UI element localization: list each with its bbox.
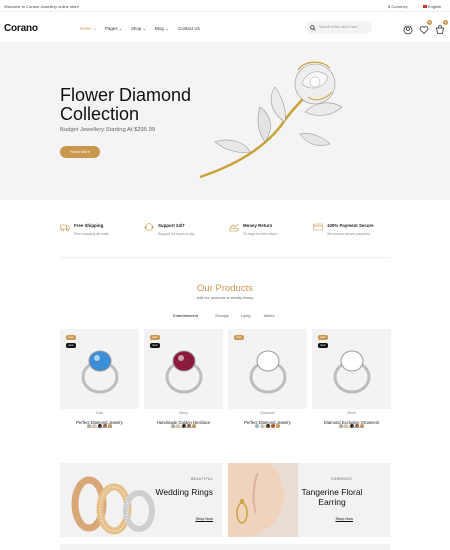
current-price: $99.00 (261, 425, 274, 429)
tab-entertainment[interactable]: Entertainment (173, 313, 198, 318)
logo[interactable]: Corano (4, 23, 38, 34)
product-price: $60.00 $70.00 (60, 425, 139, 429)
ring-image (249, 350, 287, 394)
banner-title: Tangerine Floral Earring (301, 487, 363, 507)
banner-kicker: BEAUTIFUL (191, 477, 213, 481)
feature-desc: Free shipping all order (74, 232, 109, 236)
feature-title: Support 24/7 (158, 223, 185, 228)
search-icon (310, 24, 316, 31)
product-info: Gold Perfect Diamond Jewelry $60.00 $70.00 (60, 411, 139, 429)
card-icon (313, 223, 323, 231)
current-price: $60.00 (86, 425, 99, 429)
nav-blog[interactable]: Blog ⌄ (155, 26, 169, 32)
feature-title: Free Shipping (74, 223, 104, 228)
wedding-rings-image (71, 476, 155, 535)
tab-tables[interactable]: Tables (263, 313, 275, 318)
money-icon (229, 223, 239, 232)
feature-desc: We ensure secure payment (327, 232, 370, 236)
heart-icon (419, 26, 429, 35)
search-placeholder: Search entire store here (319, 25, 358, 29)
cart-count-badge: 3 (443, 20, 448, 25)
support-icon (144, 223, 154, 231)
feature-desc: Support 24 hours a day (158, 232, 195, 236)
ring-image (81, 350, 119, 394)
flower-diamond-brooch-image (199, 61, 343, 179)
divider (60, 257, 390, 258)
tab-storage[interactable]: Storage (215, 313, 229, 318)
nav-home[interactable]: Home ⌄ (80, 26, 97, 32)
old-price: $70.00 (100, 425, 113, 429)
hero-slider: Flower Diamond Collection Budget Jewelle… (0, 42, 450, 200)
user-icon (403, 25, 413, 35)
shop-now-link[interactable]: Shop Now (335, 517, 353, 521)
product-price: $55.00 $75.00 (312, 425, 391, 429)
old-price: $75.00 (352, 425, 365, 429)
language-selector[interactable]: English (423, 4, 441, 9)
old-price: $80.00 (184, 425, 197, 429)
wishlist-button[interactable]: 0 (419, 20, 432, 35)
section-subtitle: Add our products to weekly lineup (196, 296, 254, 300)
read-more-button[interactable]: Read More (60, 146, 100, 158)
product-card[interactable]: sale new (312, 329, 391, 409)
product-info: Diamond Perfect Diamond Jewelry $99.00 (228, 411, 307, 429)
wishlist-count-badge: 0 (427, 20, 432, 25)
nav-contact[interactable]: Contact Us (178, 26, 200, 31)
welcome-text: Welcome to Corano Jewellery online store (4, 4, 79, 9)
product-info: Silver Diamond Exclusive Ornament $55.00 $7… (312, 411, 391, 429)
next-section-preview (60, 544, 390, 550)
truck-icon (60, 224, 70, 232)
banner-title: Wedding Rings (155, 487, 214, 497)
hero-subtitle: Budget Jewellery Starting At $295.99 (60, 127, 156, 133)
banner-wedding-rings[interactable]: BEAUTIFUL Wedding Rings Shop Now (60, 463, 222, 537)
tab-lying[interactable]: Lying (241, 313, 250, 318)
shop-now-link[interactable]: Shop Now (195, 517, 213, 521)
top-bar: Welcome to Corano Jewellery online store… (0, 0, 450, 12)
product-price: $99.00 (228, 425, 307, 429)
product-card[interactable]: sale new (60, 329, 139, 409)
banner-kicker: EARRINGS (331, 477, 352, 481)
feature-title: 100% Payment Secure (327, 223, 374, 228)
ring-image (333, 350, 371, 394)
current-price: $55.00 (338, 425, 351, 429)
feature-desc: 30 days for free return (243, 232, 278, 236)
earring-model-image (228, 463, 298, 537)
nav-shop[interactable]: Shop ⌄ (131, 26, 146, 32)
currency-selector[interactable]: $ Currency (388, 4, 408, 9)
section-title: Our Products (197, 283, 253, 294)
product-card[interactable]: sale (228, 329, 307, 409)
current-price: $50.00 (170, 425, 183, 429)
flag-icon (423, 5, 427, 8)
nav-pages[interactable]: Pages ⌄ (105, 26, 122, 32)
product-info: Mony Handmade Golden Necklace $50.00 $80.00 (144, 411, 223, 429)
ring-image (165, 350, 203, 394)
banner-tangerine-earring[interactable]: EARRINGS Tangerine Floral Earring Shop N… (228, 463, 390, 537)
feature-title: Money Return (243, 223, 273, 228)
product-price: $50.00 $80.00 (144, 425, 223, 429)
page: Welcome to Corano Jewellery online store… (0, 0, 450, 550)
product-card[interactable]: sale new (144, 329, 223, 409)
language-label: English (428, 4, 442, 9)
cart-icon (436, 25, 444, 34)
cart-button[interactable]: 3 (435, 20, 448, 34)
account-button[interactable] (403, 22, 415, 35)
search-input[interactable]: Search entire store here (305, 21, 372, 34)
